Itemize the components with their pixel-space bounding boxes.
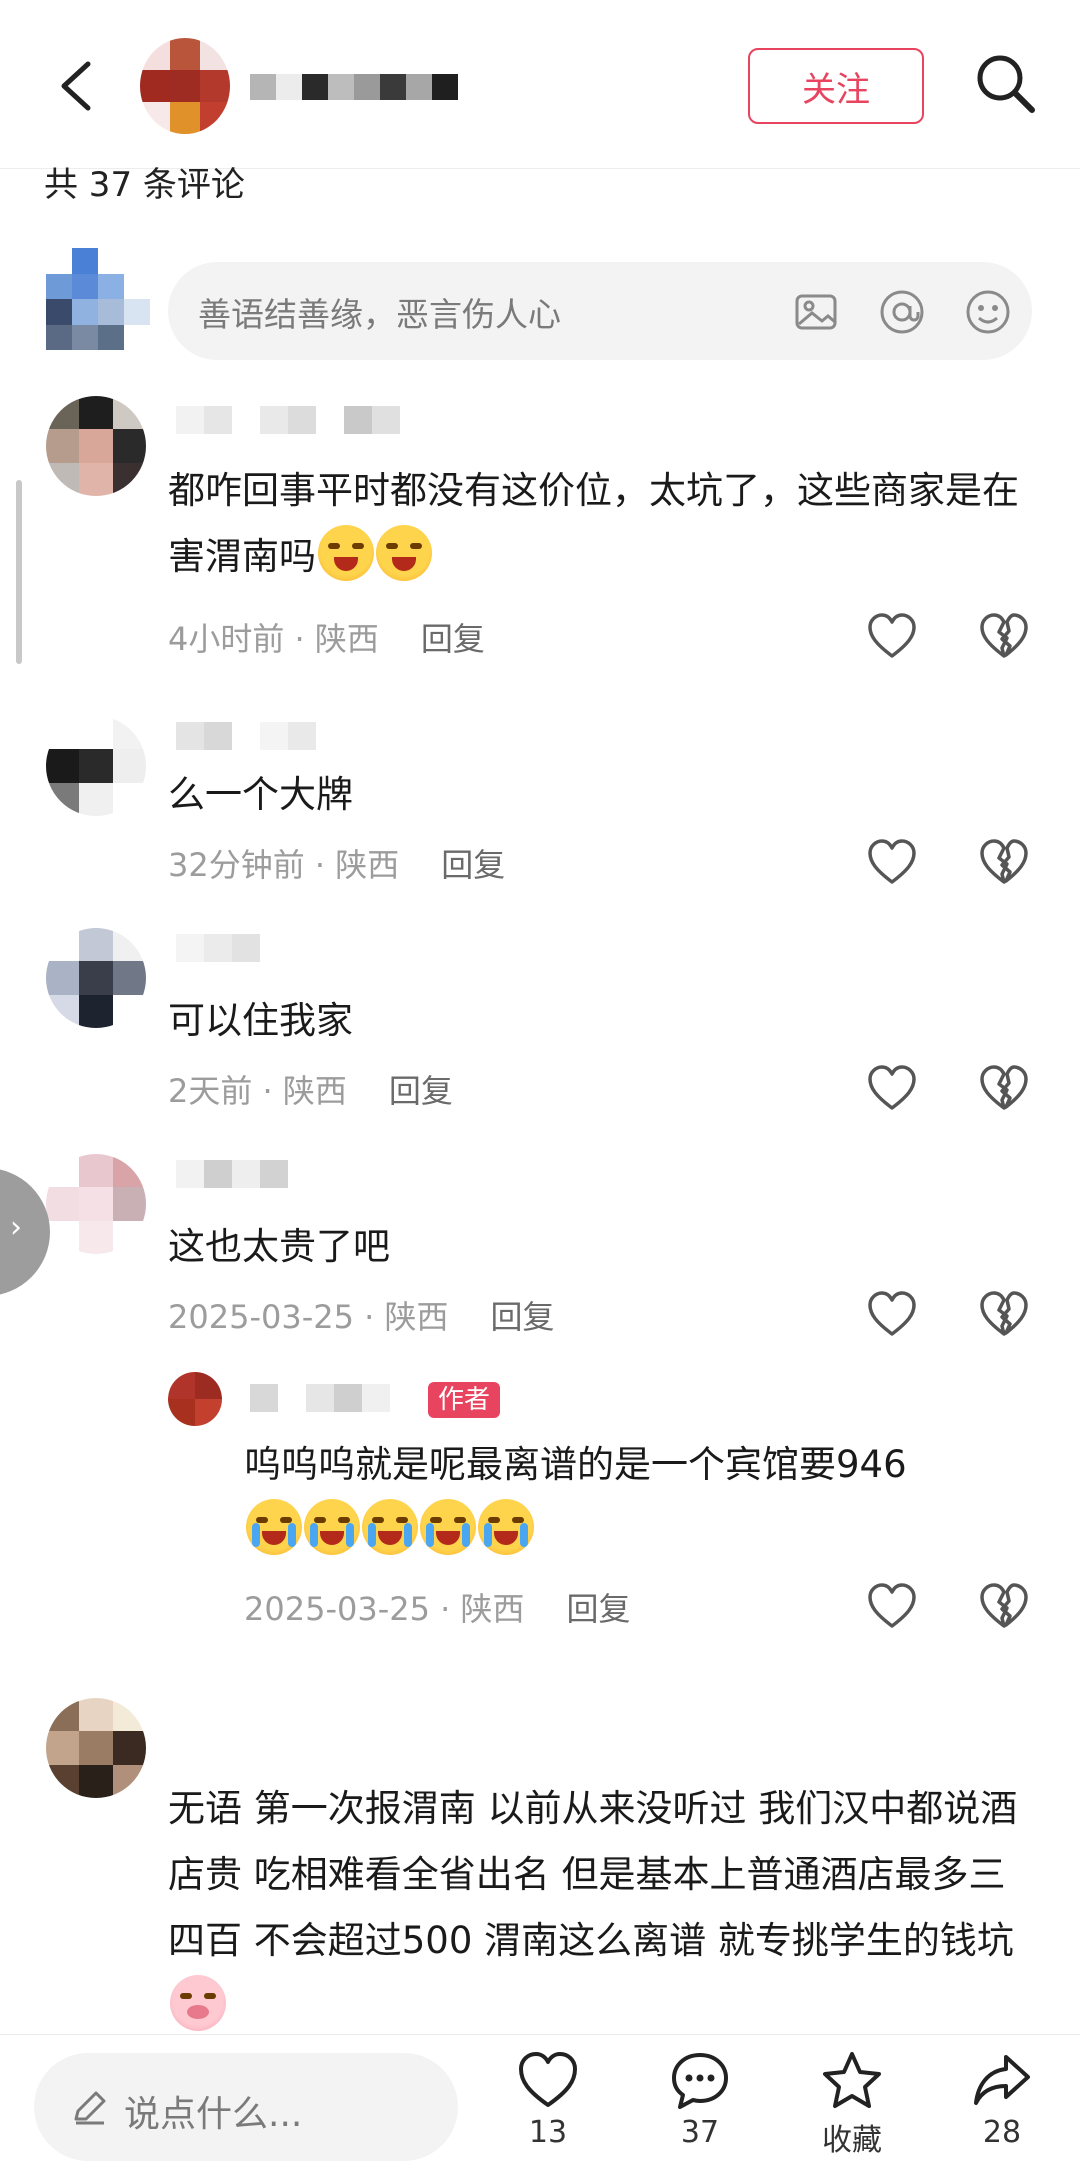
crying-face-emoji [420,1499,476,1555]
side-expand-tab[interactable]: › [0,1168,50,1296]
bottom-bar: 说点什么... 13 37 收藏 28 [0,2034,1080,2177]
say-something-placeholder: 说点什么... [124,2094,303,2135]
author-badge: 作者 [428,1382,501,1418]
share-action[interactable]: 28 [962,2049,1042,2169]
comment-action[interactable]: 37 [660,2049,740,2169]
comment-meta: 32分钟前 · 陕西 回复 [168,846,506,884]
author-reply-name-blurred[interactable] [250,1378,390,1418]
back-arrow-icon[interactable] [50,56,110,116]
laughing-face-emoji [376,525,432,581]
commenter-name-blurred[interactable] [176,1154,288,1194]
pig-face-emoji [170,1975,226,2031]
star-icon [823,2052,881,2108]
dislike-broken-heart-icon[interactable] [978,610,1030,662]
like-heart-icon[interactable] [866,1288,918,1340]
commenter-name-blurred[interactable] [176,716,316,756]
dislike-broken-heart-icon[interactable] [978,836,1030,888]
emoji-icon[interactable] [964,288,1012,336]
image-icon[interactable] [792,288,840,336]
author-name-blurred [250,74,458,100]
my-avatar [46,248,150,350]
comment-meta: 2天前 · 陕西 回复 [168,1072,453,1110]
dislike-broken-heart-icon[interactable] [978,1580,1030,1632]
commenter-avatar[interactable] [46,716,146,816]
share-arrow-icon [974,2055,1030,2105]
favorite-action[interactable]: 收藏 [812,2049,892,2169]
comment-text: 这也太贵了吧 [168,1225,390,1268]
comment-text: 无语 第一次报渭南 以前从来没听过 我们汉中都说酒店贵 吃相难看全省出名 但是基… [168,1776,1038,2040]
comment-meta: 2025-03-25 · 陕西 回复 [168,1298,555,1336]
comment-count-label: 共 37 条评论 [44,165,245,205]
author-reply-avatar[interactable] [168,1372,222,1426]
pencil-icon [74,2091,106,2125]
comment-bubble-icon [672,2053,728,2109]
reply-text: 呜呜呜就是呢最离谱的是一个宾馆要946 [244,1432,1024,1564]
commenter-avatar[interactable] [46,1698,146,1798]
dislike-broken-heart-icon[interactable] [978,1062,1030,1114]
crying-face-emoji [246,1499,302,1555]
reply-button[interactable]: 回复 [389,1072,453,1110]
like-heart-icon[interactable] [866,1580,918,1632]
scroll-indicator[interactable] [16,480,22,664]
comment-text: 么一个大牌 [168,773,353,816]
follow-button[interactable]: 关注 [748,48,924,124]
comment-meta: 4小时前 · 陕西 回复 [168,620,485,658]
like-heart-icon[interactable] [866,1062,918,1114]
author-avatar[interactable] [140,38,230,134]
commenter-avatar[interactable] [46,1154,146,1254]
crying-face-emoji [304,1499,360,1555]
comment-input-placeholder: 善语结善缘，恶言伤人心 [198,295,561,334]
like-count: 13 [528,2115,568,2150]
top-bar: 关注 [0,0,1080,169]
reply-button[interactable]: 回复 [567,1590,631,1628]
commenter-name-blurred[interactable] [176,400,400,440]
like-heart-icon[interactable] [866,836,918,888]
comment-count: 37 [680,2115,720,2150]
chevron-right-icon: › [10,1210,22,1245]
commenter-name-blurred[interactable] [176,928,260,968]
crying-face-emoji [362,1499,418,1555]
search-icon[interactable] [970,48,1040,118]
share-count: 28 [982,2115,1022,2150]
comment-text: 都咋回事平时都没有这价位，太坑了，这些商家是在害渭南吗 [168,458,1048,590]
dislike-broken-heart-icon[interactable] [978,1288,1030,1340]
reply-button[interactable]: 回复 [421,620,485,658]
commenter-avatar[interactable] [46,396,146,496]
crying-face-emoji [478,1499,534,1555]
heart-icon [519,2052,577,2107]
laughing-face-emoji [318,525,374,581]
like-heart-icon[interactable] [866,610,918,662]
commenter-avatar[interactable] [46,928,146,1028]
reply-button[interactable]: 回复 [491,1298,555,1336]
favorite-label: 收藏 [822,2123,882,2158]
like-action[interactable]: 13 [508,2049,588,2169]
comment-text: 可以住我家 [168,999,353,1042]
reply-meta: 2025-03-25 · 陕西 回复 [244,1590,631,1628]
at-mention-icon[interactable] [878,288,926,336]
say-something-input[interactable]: 说点什么... [34,2053,458,2161]
comment-input[interactable]: 善语结善缘，恶言伤人心 [168,262,1032,360]
reply-button[interactable]: 回复 [441,846,505,884]
